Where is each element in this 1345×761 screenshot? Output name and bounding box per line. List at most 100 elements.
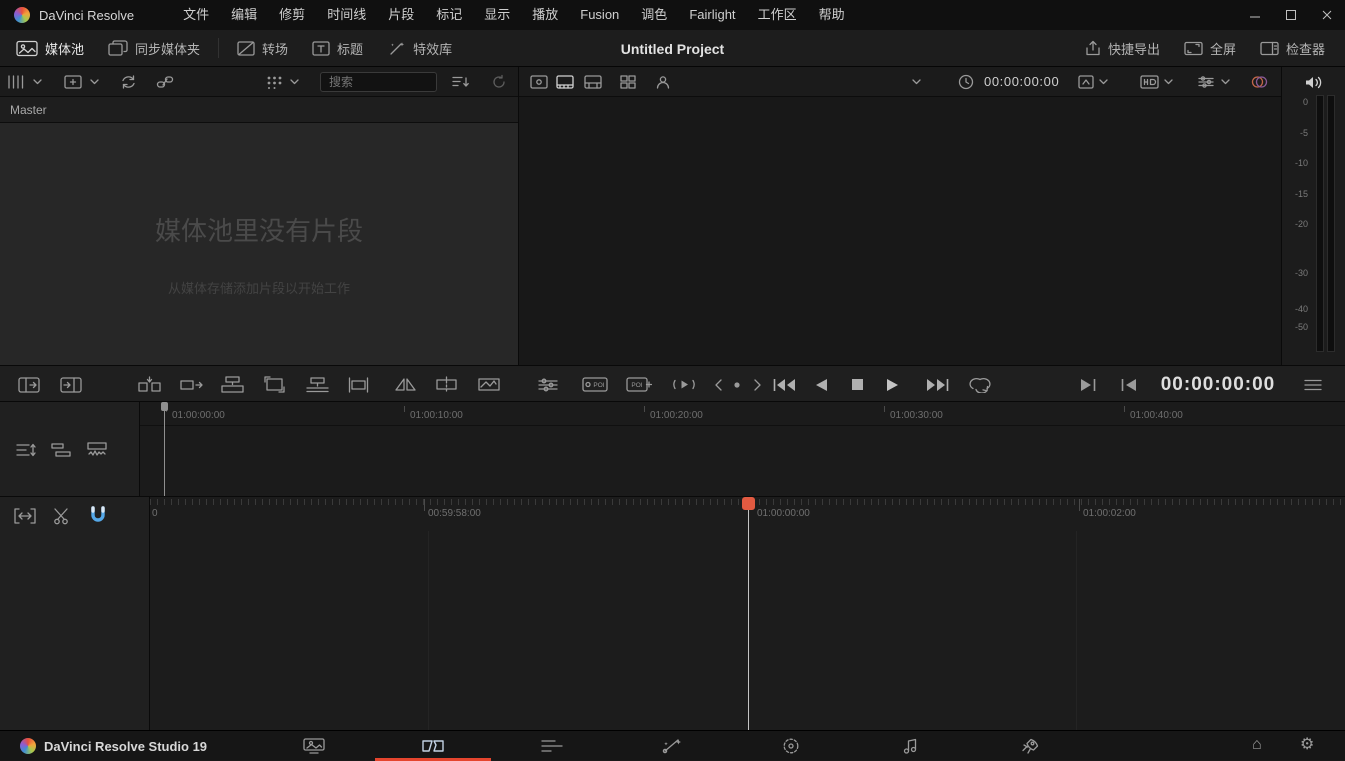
- fusion-page-button[interactable]: [612, 731, 731, 761]
- track-layout-icon[interactable]: [51, 442, 71, 458]
- media-pool-bin-header[interactable]: Master: [0, 97, 518, 123]
- play-icon[interactable]: [886, 366, 900, 403]
- menu-workspace[interactable]: 工作区: [747, 0, 808, 30]
- chevron-down-icon[interactable]: [90, 79, 99, 85]
- viewer-panel[interactable]: [519, 97, 1281, 365]
- media-pool-empty-state[interactable]: 媒体池里没有片段 从媒体存储添加片段以开始工作: [0, 123, 518, 365]
- zoom-level-icon[interactable]: [1078, 75, 1094, 89]
- loop-icon[interactable]: [968, 366, 992, 403]
- playback-quality-icon[interactable]: [1140, 75, 1159, 89]
- menu-file[interactable]: 文件: [172, 0, 220, 30]
- menu-trim[interactable]: 修剪: [268, 0, 316, 30]
- menu-fusion[interactable]: Fusion: [569, 0, 630, 30]
- maximize-button[interactable]: [1273, 0, 1309, 30]
- transport-timecode[interactable]: 00:00:00:00: [1158, 366, 1278, 403]
- refresh-icon[interactable]: [491, 74, 507, 90]
- go-to-end-icon[interactable]: [926, 366, 950, 403]
- next-edit-icon[interactable]: [1080, 366, 1097, 403]
- close-up-icon[interactable]: [264, 366, 285, 403]
- ripple-overwrite-icon[interactable]: [221, 366, 244, 403]
- chevron-down-icon[interactable]: [33, 79, 42, 85]
- snap-icon[interactable]: [90, 506, 106, 525]
- project-manager-home-icon[interactable]: ⌂: [1252, 737, 1262, 753]
- smart-insert-icon[interactable]: [138, 366, 161, 403]
- cut-page-button[interactable]: [373, 731, 492, 761]
- add-bin-icon[interactable]: [64, 74, 82, 90]
- previous-edit-icon[interactable]: [1120, 366, 1137, 403]
- poi-add-icon[interactable]: POI: [626, 366, 652, 403]
- playhead[interactable]: [748, 510, 749, 731]
- menu-timeline[interactable]: 时间线: [316, 0, 377, 30]
- timeline-options-menu-icon[interactable]: [1304, 366, 1322, 403]
- multicam-view-icon[interactable]: [620, 75, 636, 89]
- clock-icon[interactable]: [958, 74, 974, 90]
- timeline-view-icon[interactable]: [584, 75, 602, 89]
- poi-photo-icon[interactable]: POI: [582, 366, 608, 403]
- menu-edit[interactable]: 编辑: [220, 0, 268, 30]
- tools-icon[interactable]: [538, 366, 558, 403]
- ai-mask-icon[interactable]: [655, 74, 671, 90]
- chevron-down-icon[interactable]: [1099, 79, 1108, 85]
- track-height-icon[interactable]: [16, 442, 36, 458]
- media-pool-button[interactable]: 媒体池: [4, 30, 96, 67]
- menu-clip[interactable]: 片段: [377, 0, 425, 30]
- play-around-icon[interactable]: [672, 366, 696, 403]
- viewer-source-dropdown[interactable]: [912, 79, 921, 85]
- sync-bin-button[interactable]: 同步媒体夹: [96, 30, 212, 67]
- sort-icon[interactable]: [452, 75, 470, 89]
- split-clip-icon[interactable]: [436, 366, 457, 403]
- source-overwrite-icon[interactable]: [347, 366, 370, 403]
- razor-icon[interactable]: [52, 507, 70, 525]
- audio-level-icon[interactable]: [478, 366, 500, 403]
- fairlight-page-button[interactable]: [851, 731, 970, 761]
- menu-fairlight[interactable]: Fairlight: [678, 0, 746, 30]
- quick-export-button[interactable]: 快捷导出: [1073, 30, 1172, 67]
- frame-forward-icon[interactable]: [753, 366, 763, 403]
- frame-back-icon[interactable]: [713, 366, 723, 403]
- stop-icon[interactable]: [851, 366, 864, 403]
- source-tape-view-icon[interactable]: [556, 75, 574, 89]
- clip-bins-icon[interactable]: [7, 74, 25, 90]
- search-input[interactable]: [320, 72, 437, 92]
- playhead-handle[interactable]: [742, 497, 755, 510]
- media-page-button[interactable]: [254, 731, 373, 761]
- settings-gear-icon[interactable]: ⚙: [1300, 737, 1314, 753]
- chevron-down-icon[interactable]: [290, 79, 299, 85]
- timeline-panel-toggle-icon[interactable]: [60, 366, 82, 403]
- color-page-button[interactable]: [732, 731, 851, 761]
- upper-playhead[interactable]: [164, 402, 165, 496]
- resync-media-icon[interactable]: [120, 74, 137, 90]
- deliver-page-button[interactable]: [970, 731, 1089, 761]
- menu-view[interactable]: 显示: [473, 0, 521, 30]
- source-clip-view-icon[interactable]: [530, 75, 548, 89]
- edit-page-button[interactable]: [493, 731, 612, 761]
- play-reverse-icon[interactable]: [814, 366, 828, 403]
- add-transition-icon[interactable]: [394, 366, 417, 403]
- fullscreen-button[interactable]: 全屏: [1172, 30, 1248, 67]
- inspector-button[interactable]: 检查器: [1248, 30, 1337, 67]
- chevron-down-icon[interactable]: [1221, 79, 1230, 85]
- menu-playback[interactable]: 播放: [521, 0, 569, 30]
- close-button[interactable]: [1309, 0, 1345, 30]
- speaker-icon[interactable]: [1304, 74, 1324, 91]
- place-on-top-icon[interactable]: [306, 366, 329, 403]
- menu-color[interactable]: 调色: [630, 0, 678, 30]
- go-to-start-icon[interactable]: [772, 366, 796, 403]
- menu-help[interactable]: 帮助: [808, 0, 856, 30]
- viewer-timecode[interactable]: 00:00:00:00: [984, 74, 1059, 89]
- thumbnail-size-icon[interactable]: [266, 75, 283, 89]
- relink-media-icon[interactable]: [156, 74, 174, 90]
- media-panel-toggle-icon[interactable]: [18, 366, 40, 403]
- effects-library-button[interactable]: 特效库: [375, 30, 464, 67]
- chevron-down-icon[interactable]: [1164, 79, 1173, 85]
- minimize-button[interactable]: [1237, 0, 1273, 30]
- trim-mode-icon[interactable]: [14, 507, 36, 525]
- append-clip-icon[interactable]: [180, 366, 203, 403]
- transitions-button[interactable]: 转场: [225, 30, 300, 67]
- titles-button[interactable]: 标题: [300, 30, 375, 67]
- waveform-display-icon[interactable]: [87, 442, 107, 458]
- lower-timeline[interactable]: 0 00:59:58:00 01:00:00:00 01:00:02:00: [0, 496, 1345, 730]
- grading-tools-icon[interactable]: [1251, 74, 1268, 90]
- viewer-options-icon[interactable]: [1198, 75, 1214, 89]
- menu-mark[interactable]: 标记: [425, 0, 473, 30]
